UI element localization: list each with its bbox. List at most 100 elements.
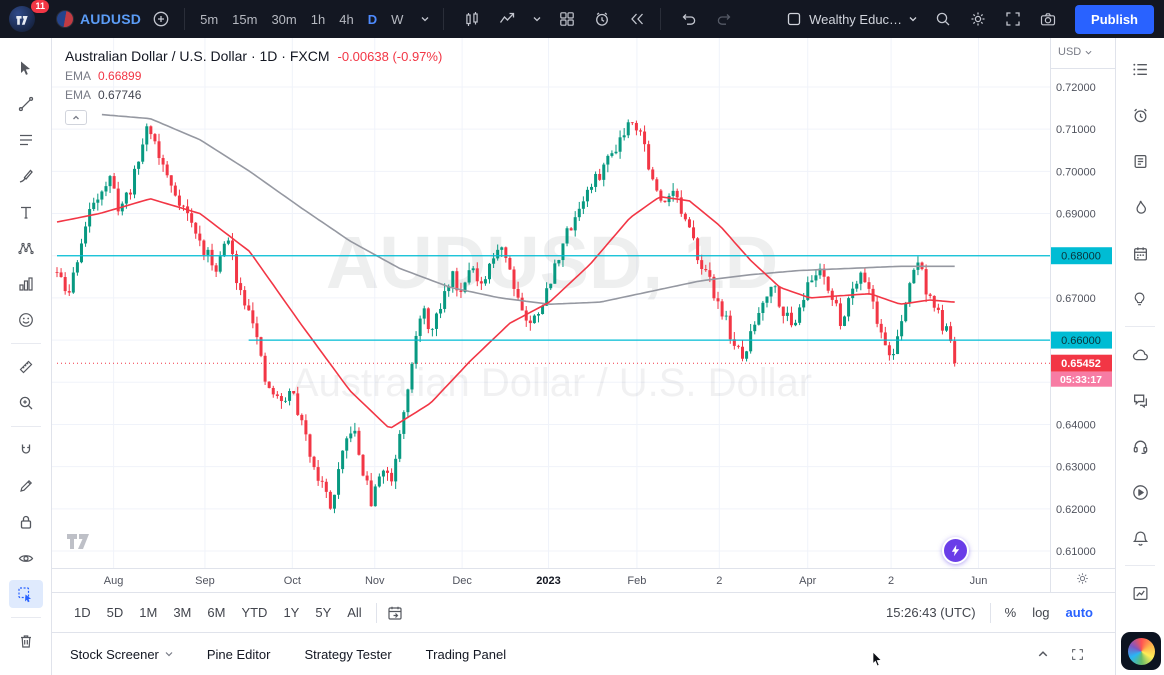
cursor-tool[interactable] — [9, 54, 43, 82]
chats-button[interactable] — [1123, 385, 1157, 415]
timeframe-30m[interactable]: 30m — [264, 8, 303, 31]
data-window-button[interactable] — [1123, 146, 1157, 176]
layout-select-button[interactable]: Wealthy Educ… — [786, 11, 917, 27]
range-ytd[interactable]: YTD — [233, 601, 275, 624]
indicator-row[interactable]: EMA0.67746 — [65, 88, 442, 102]
tab-strategy-tester[interactable]: Strategy Tester — [304, 647, 391, 662]
snapshot-button[interactable] — [1033, 4, 1063, 34]
object-tree-tool[interactable] — [9, 580, 43, 608]
settings-button[interactable] — [963, 4, 993, 34]
pattern-tool[interactable] — [9, 234, 43, 262]
timeframe-4h[interactable]: 4h — [332, 8, 360, 31]
svg-text:2: 2 — [716, 575, 722, 587]
promo-logo-tile[interactable] — [1121, 632, 1161, 670]
svg-text:2023: 2023 — [536, 575, 560, 587]
undo-button[interactable] — [674, 4, 704, 34]
watchlist-button[interactable] — [1123, 54, 1157, 84]
alert-button[interactable] — [587, 4, 617, 34]
tab-trading-panel[interactable]: Trading Panel — [426, 647, 506, 662]
range-3m[interactable]: 3M — [165, 601, 199, 624]
search-button[interactable] — [928, 4, 958, 34]
plus-circle-icon — [153, 11, 169, 27]
fullscreen-button[interactable] — [998, 4, 1028, 34]
timeframe-15m[interactable]: 15m — [225, 8, 264, 31]
calendar-button[interactable] — [1123, 238, 1157, 268]
magnet-tool[interactable] — [9, 436, 43, 464]
tab-label: Pine Editor — [207, 647, 271, 662]
notifications-button[interactable] — [1123, 523, 1157, 553]
zoom-tool[interactable] — [9, 389, 43, 417]
range-6m[interactable]: 6M — [199, 601, 233, 624]
auto-scale-button[interactable]: auto — [1058, 601, 1101, 624]
panel-maximize-button[interactable] — [1063, 640, 1091, 668]
tab-pine-editor[interactable]: Pine Editor — [207, 647, 271, 662]
layout-grid-button[interactable] — [552, 4, 582, 34]
hide-tool[interactable] — [9, 544, 43, 572]
forecast-tool[interactable] — [9, 270, 43, 298]
timeframe-1h[interactable]: 1h — [304, 8, 332, 31]
range-1y[interactable]: 1Y — [275, 601, 307, 624]
chart-area[interactable]: AUDUSD, 1DAustralian Dollar / U.S. Dolla… — [52, 38, 1115, 592]
tab-stock-screener[interactable]: Stock Screener — [70, 647, 173, 662]
brush-tool[interactable] — [9, 162, 43, 190]
lock-tool[interactable] — [9, 508, 43, 536]
sidebar-divider — [1125, 565, 1155, 566]
range-1d[interactable]: 1D — [66, 601, 99, 624]
hotlists-button[interactable] — [1123, 192, 1157, 222]
undo-arrow-icon — [681, 11, 697, 27]
lock-icon — [18, 514, 34, 530]
price-axis-currency[interactable]: USD — [1058, 46, 1092, 58]
percent-scale-button[interactable]: % — [997, 601, 1025, 624]
minds-button[interactable] — [1123, 339, 1157, 369]
support-button[interactable] — [1123, 431, 1157, 461]
object-tree-panel-button[interactable] — [1123, 578, 1157, 608]
log-scale-button[interactable]: log — [1024, 601, 1057, 624]
timeframe-5m[interactable]: 5m — [193, 8, 225, 31]
fib-tool[interactable] — [9, 126, 43, 154]
chat-bubbles-icon — [1132, 392, 1149, 409]
compare-add-button[interactable] — [146, 4, 176, 34]
svg-text:05:33:17: 05:33:17 — [1060, 374, 1102, 386]
goto-date-button[interactable] — [387, 605, 403, 621]
range-1m[interactable]: 1M — [131, 601, 165, 624]
ideas-button[interactable] — [1123, 284, 1157, 314]
svg-text:Feb: Feb — [627, 575, 646, 587]
remove-drawings-button[interactable] — [9, 627, 43, 655]
axis-settings-button[interactable] — [1076, 572, 1089, 585]
alerts-button[interactable] — [1123, 100, 1157, 130]
clock-utc[interactable]: 15:26:43 (UTC) — [878, 601, 984, 624]
trendline-icon — [18, 96, 34, 112]
chart-type-button[interactable] — [457, 4, 487, 34]
indicators-menu-button[interactable] — [527, 4, 547, 34]
timeframe-menu-button[interactable] — [415, 4, 435, 34]
svg-text:Australian Dollar / U.S. Dolla: Australian Dollar / U.S. Dollar — [292, 361, 812, 405]
draw-tool[interactable] — [9, 472, 43, 500]
panel-collapse-button[interactable] — [1029, 640, 1057, 668]
search-icon — [935, 11, 951, 27]
indicators-button[interactable] — [492, 4, 522, 34]
redo-button[interactable] — [709, 4, 739, 34]
timeframe-1w[interactable]: W — [384, 8, 410, 31]
home-logo[interactable]: 11 — [8, 3, 40, 35]
streams-button[interactable] — [1123, 477, 1157, 507]
measure-tool[interactable] — [9, 353, 43, 381]
legend-collapse-button[interactable] — [65, 110, 87, 125]
chevron-down-icon — [1085, 49, 1092, 56]
boost-button[interactable] — [942, 537, 969, 564]
emoji-tool[interactable] — [9, 306, 43, 334]
tab-label: Strategy Tester — [304, 647, 391, 662]
chart-title[interactable]: Australian Dollar / U.S. Dollar · 1D · F… — [65, 48, 330, 64]
range-5d[interactable]: 5D — [99, 601, 132, 624]
range-toolbar: 1D 5D 1M 3M 6M YTD 1Y 5Y All 15:26:43 (U… — [52, 592, 1115, 632]
indicator-row[interactable]: EMA0.66899 — [65, 69, 442, 83]
range-5y[interactable]: 5Y — [307, 601, 339, 624]
replay-button[interactable] — [622, 4, 652, 34]
range-all[interactable]: All — [339, 601, 369, 624]
timeframe-1d[interactable]: D — [361, 8, 384, 31]
publish-button[interactable]: Publish — [1075, 5, 1154, 34]
watchlist-icon — [1132, 61, 1149, 78]
symbol-button[interactable]: AUDUSD — [56, 10, 141, 28]
trendline-tool[interactable] — [9, 90, 43, 118]
text-tool[interactable] — [9, 198, 43, 226]
panel-chart-icon — [1132, 585, 1149, 602]
